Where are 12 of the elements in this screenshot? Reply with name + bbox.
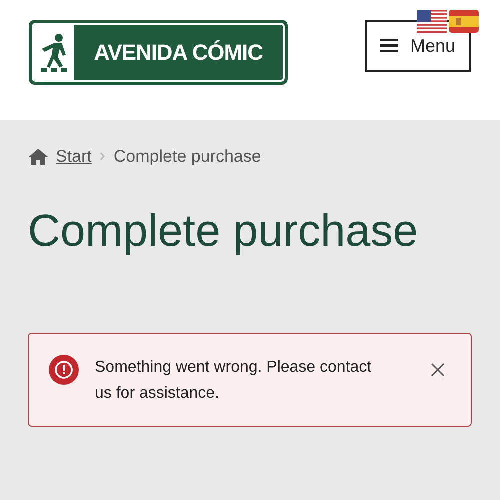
close-icon (431, 362, 445, 376)
close-button[interactable] (431, 362, 445, 376)
chevron-icon (100, 152, 106, 162)
error-icon (49, 354, 79, 384)
alert-message: Something went wrong. Please contact us for assistance. (95, 358, 373, 404)
menu-icon (380, 39, 398, 53)
logo-text: AVENIDA CÓMIC (94, 42, 263, 64)
breadcrumb-current: Complete purchase (114, 146, 262, 168)
logo[interactable]: AVENIDA CÓMIC (29, 20, 288, 85)
flag-icon[interactable] (417, 10, 447, 33)
home-icon[interactable] (29, 148, 48, 165)
breadcrumb-link[interactable]: Start (56, 144, 92, 170)
